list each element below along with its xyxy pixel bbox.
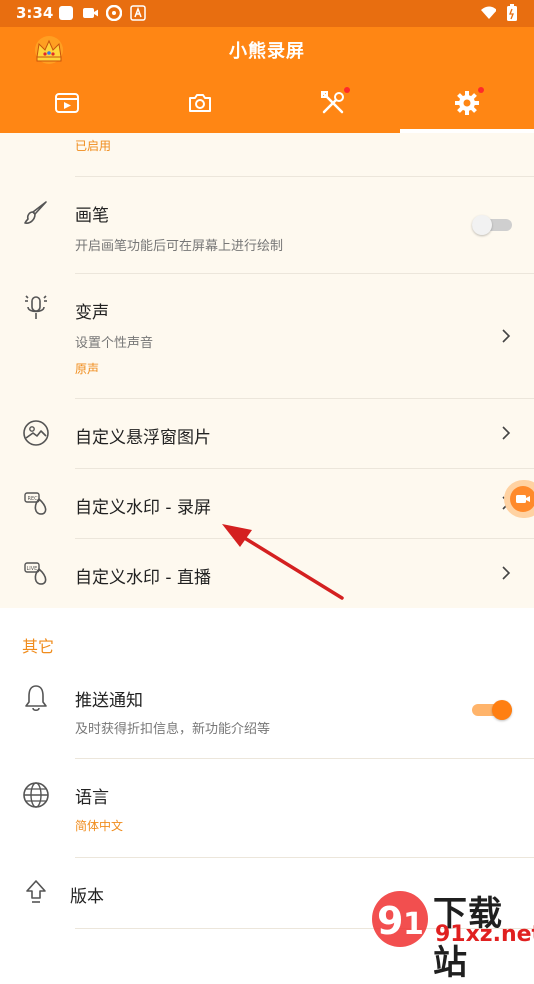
globe-icon — [20, 779, 52, 811]
aperture-icon — [106, 5, 122, 21]
watermark-live-row[interactable]: LIVE 自定义水印 - 直播 — [0, 539, 534, 608]
tab-tools[interactable] — [266, 73, 399, 133]
version-title: 版本 — [70, 887, 104, 907]
battery-icon — [504, 4, 520, 21]
tab-video[interactable] — [0, 73, 133, 133]
chevron-right-icon — [502, 566, 511, 580]
tools-icon — [320, 91, 344, 114]
other-section-label: 其它 — [22, 637, 55, 656]
watermark-live-icon: LIVE — [20, 557, 52, 589]
app-a-icon — [130, 5, 146, 21]
chevron-right-icon — [502, 426, 511, 440]
float-image-row[interactable]: 自定义悬浮窗图片 — [0, 399, 534, 468]
camera-icon — [188, 94, 211, 112]
app-title: 小熊录屏 — [229, 41, 305, 62]
tools-badge-dot — [344, 87, 350, 93]
watermark-record-title: 自定义水印 - 录屏 — [75, 498, 211, 518]
watermark-logo-icon: 9 1 — [372, 891, 428, 947]
video-camera-icon — [82, 5, 98, 21]
watermark-rec-icon: REC — [20, 487, 52, 519]
settings-panel: 已启用 画笔 开启画笔功能后可在屏幕上进行绘制 变声 设置个性声音 原声 自定义… — [0, 133, 534, 608]
language-value: 简体中文 — [75, 819, 124, 833]
main-tabs — [0, 73, 534, 133]
status-system-icons — [480, 4, 520, 21]
watermark-live-title: 自定义水印 - 直播 — [75, 568, 211, 588]
video-list-icon — [54, 93, 79, 113]
microphone-icon — [20, 292, 52, 324]
notification-square-icon — [58, 5, 74, 21]
brush-toggle[interactable] — [472, 215, 512, 235]
wifi-icon — [480, 5, 496, 21]
svg-text:9: 9 — [377, 899, 403, 943]
enabled-status-label: 已启用 — [75, 139, 112, 153]
image-icon — [20, 417, 52, 449]
voice-changer-value: 原声 — [75, 362, 100, 376]
tab-settings[interactable] — [400, 73, 533, 133]
brush-icon — [20, 197, 52, 229]
brush-subtitle: 开启画笔功能后可在屏幕上进行绘制 — [75, 239, 284, 254]
bell-icon — [20, 682, 52, 714]
tab-screenshot[interactable] — [133, 73, 266, 133]
push-notification-subtitle: 及时获得折扣信息，新功能介绍等 — [75, 722, 271, 737]
brush-title: 画笔 — [75, 206, 109, 226]
svg-text:1: 1 — [403, 907, 424, 942]
watermark-url-text: 91xz.net — [435, 922, 534, 947]
gear-icon — [454, 91, 479, 115]
status-time: 3:34 — [16, 4, 54, 22]
svg-text:LIVE: LIVE — [27, 566, 38, 572]
floating-camera-icon — [510, 486, 534, 512]
floating-record-button[interactable] — [504, 480, 534, 518]
upgrade-arrow-icon — [20, 876, 52, 908]
push-notification-toggle[interactable] — [472, 700, 512, 720]
brush-row[interactable]: 画笔 开启画笔功能后可在屏幕上进行绘制 — [0, 177, 534, 273]
site-watermark: 9 1 下载站 91xz.net — [369, 880, 534, 983]
voice-changer-row[interactable]: 变声 设置个性声音 原声 — [0, 274, 534, 398]
push-notification-row[interactable]: 推送通知 及时获得折扣信息，新功能介绍等 — [0, 662, 534, 758]
language-row[interactable]: 语言 简体中文 — [0, 759, 534, 857]
app-header: 小熊录屏 — [0, 27, 534, 73]
watermark-record-row[interactable]: REC 自定义水印 - 录屏 — [0, 469, 534, 538]
status-bar: 3:34 — [0, 0, 534, 27]
chevron-right-icon — [502, 329, 511, 343]
language-title: 语言 — [75, 788, 109, 808]
status-notification-icons — [58, 5, 146, 21]
voice-changer-subtitle: 设置个性声音 — [75, 336, 154, 351]
float-image-title: 自定义悬浮窗图片 — [75, 428, 211, 448]
voice-changer-title: 变声 — [75, 303, 109, 323]
push-notification-title: 推送通知 — [75, 691, 143, 711]
settings-badge-dot — [478, 87, 484, 93]
